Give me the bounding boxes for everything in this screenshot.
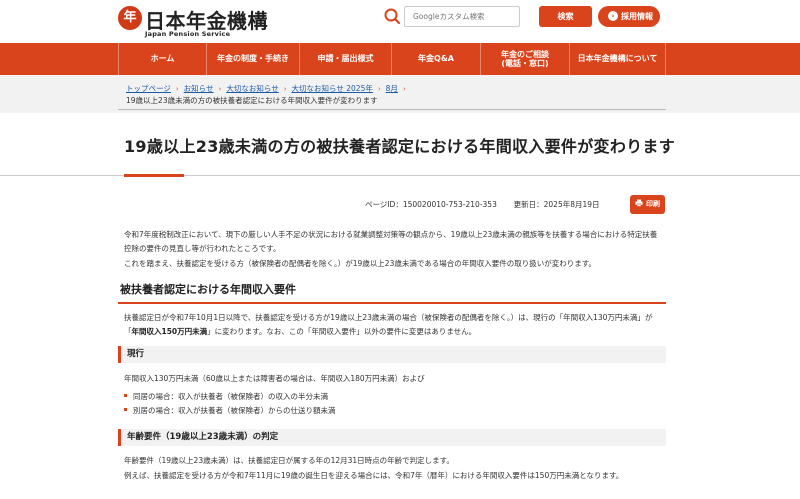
chevron-right-icon: › <box>608 11 618 21</box>
main-nav-items: ホーム 年金の制度・手続き 申請・届出様式 年金Q&A 年金のご相談 (電話・窓… <box>118 43 666 75</box>
search-bar: 検索 <box>382 6 592 27</box>
nav-item-consultation[interactable]: 年金のご相談 (電話・窓口) <box>480 43 569 75</box>
section-heading: 被扶養者認定における年間収入要件 <box>118 281 666 304</box>
list-item-text: 別居の場合：収入が扶養者（被保険者）からの仕送り額未満 <box>133 406 336 415</box>
site-logo-subtitle: Japan Pension Service <box>145 30 231 38</box>
page-meta: ページID：150020010-753-210-353 更新日：2025年8月1… <box>365 199 600 210</box>
title-divider <box>0 175 800 176</box>
breadcrumb-link-top[interactable]: トップページ <box>126 84 171 93</box>
intro-paragraph-1: 令和7年度税制改正において、現下の厳しい人手不足の状況における就業調整対策等の観… <box>124 230 658 253</box>
breadcrumb-separator: › <box>283 85 287 93</box>
subheading-age: 年齢要件（19歳以上23歳未満）の判定 <box>118 429 666 446</box>
section-text-bold: 年間収入150万円未満 <box>131 326 208 336</box>
nav-item-qa[interactable]: 年金Q&A <box>391 43 480 75</box>
age-paragraph-1: 年齢要件（19歳以上23歳未満）は、扶養認定日が属する年の12月31日時点の年齢… <box>124 456 454 465</box>
nav-item-pension-system[interactable]: 年金の制度・手続き <box>206 43 299 75</box>
breadcrumb-link-news[interactable]: お知らせ <box>184 84 214 93</box>
breadcrumb-separator: › <box>175 85 179 93</box>
main-nav: ホーム 年金の制度・手続き 申請・届出様式 年金Q&A 年金のご相談 (電話・窓… <box>0 43 800 75</box>
current-paragraph: 年間収入130万円未満（60歳以上または障害者の場合は、年間収入180万円未満）… <box>124 374 425 383</box>
logo-icon[interactable]: 年 <box>118 6 142 30</box>
nav-item-about[interactable]: 日本年金機構について <box>569 43 666 75</box>
breadcrumb-separator: › <box>218 85 222 93</box>
print-label: 印刷 <box>646 200 660 208</box>
breadcrumb-link-important[interactable]: 大切なお知らせ <box>226 84 278 93</box>
section-paragraph: 扶養認定日が令和7年10月1日以降で、扶養認定を受ける方が19歳以上23歳未満の… <box>124 311 664 338</box>
site-header: 年 日本年金機構 Japan Pension Service 検索 ›採用情報 <box>0 0 800 43</box>
breadcrumb-current: 19歳以上23歳未満の方の被扶養者認定における年間収入要件が変わります <box>126 96 378 105</box>
updated-date: 更新日：2025年8月19日 <box>513 200 600 209</box>
printer-icon <box>635 199 643 207</box>
page-id: ページID：150020010-753-210-353 <box>365 200 497 209</box>
title-accent <box>124 174 184 177</box>
breadcrumb-link-august[interactable]: 8月 <box>386 84 398 93</box>
search-icon <box>384 8 401 25</box>
age-paragraph-2: 例えば、扶養認定を受ける方が令和7年11月に19歳の誕生日を迎える場合には、令和… <box>124 471 624 480</box>
list-item-text: 同居の場合：収入が扶養者（被保険者）の収入の半分未満 <box>133 392 328 401</box>
breadcrumb-separator: › <box>377 85 381 93</box>
bullet-icon <box>124 394 127 397</box>
search-input[interactable] <box>404 6 520 27</box>
nav-item-home[interactable]: ホーム <box>118 43 206 75</box>
list-item: 別居の場合：収入が扶養者（被保険者）からの仕送り額未満 <box>124 406 336 416</box>
list-item: 同居の場合：収入が扶養者（被保険者）の収入の半分未満 <box>124 392 328 402</box>
nav-item-forms[interactable]: 申請・届出様式 <box>299 43 391 75</box>
page-title: 19歳以上23歳未満の方の被扶養者認定における年間収入要件が変わります <box>124 137 676 156</box>
section-text-end: 」に変わります。なお、この「年間収入要件」以外の要件に変更はありません。 <box>207 326 477 336</box>
breadcrumb: トップページ › お知らせ › 大切なお知らせ › 大切なお知らせ 2025年 › 8月 › 19… <box>118 78 666 110</box>
recruit-button[interactable]: › 採用情報 <box>598 6 660 27</box>
search-button[interactable]: 検索 <box>539 6 592 27</box>
breadcrumb-link-important-2025[interactable]: 大切なお知らせ 2025年 <box>292 84 373 93</box>
print-button[interactable]: 印刷 <box>630 195 665 214</box>
intro-paragraph-2: これを踏まえ、扶養認定を受ける方（被保険者の配偶者を除く。）が19歳以上23歳未… <box>124 259 597 268</box>
recruit-button-label: 採用情報 <box>621 12 653 21</box>
bullet-icon <box>124 408 127 411</box>
subheading-current: 現行 <box>118 346 666 363</box>
breadcrumb-separator: › <box>402 85 406 93</box>
